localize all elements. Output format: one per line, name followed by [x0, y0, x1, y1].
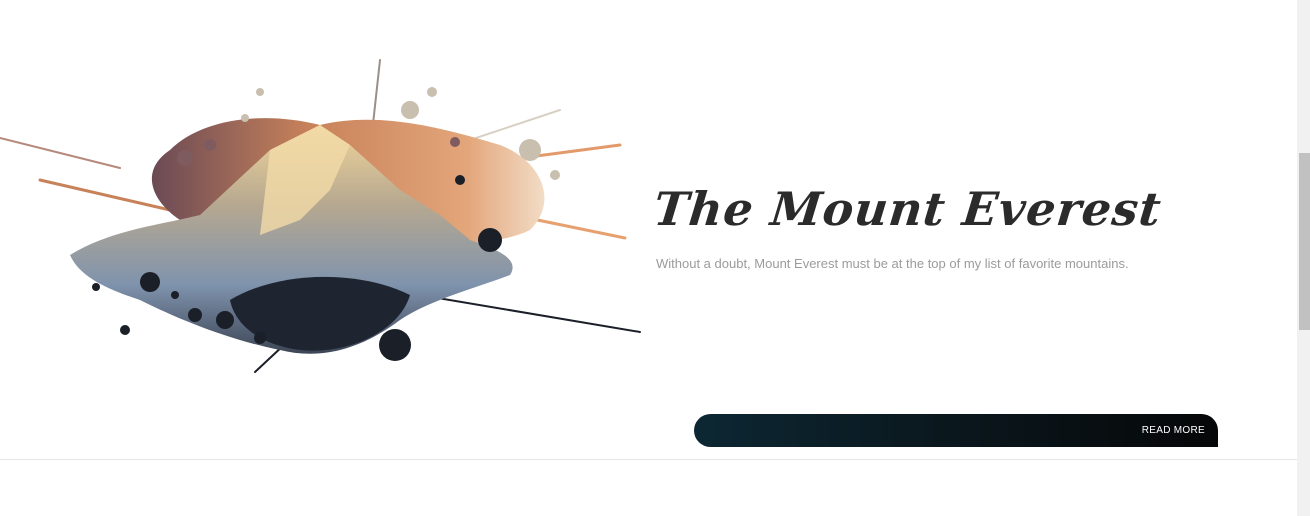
- scrollbar-thumb[interactable]: [1299, 153, 1310, 330]
- mountain-splash-image: [0, 59, 641, 373]
- article-title: The Mount Everest: [651, 182, 1165, 236]
- article-description: Without a doubt, Mount Everest must be a…: [656, 256, 1129, 271]
- page: The Mount Everest Without a doubt, Mount…: [0, 0, 1297, 516]
- section-divider: [0, 459, 1297, 460]
- read-more-button[interactable]: READ MORE: [694, 414, 1218, 447]
